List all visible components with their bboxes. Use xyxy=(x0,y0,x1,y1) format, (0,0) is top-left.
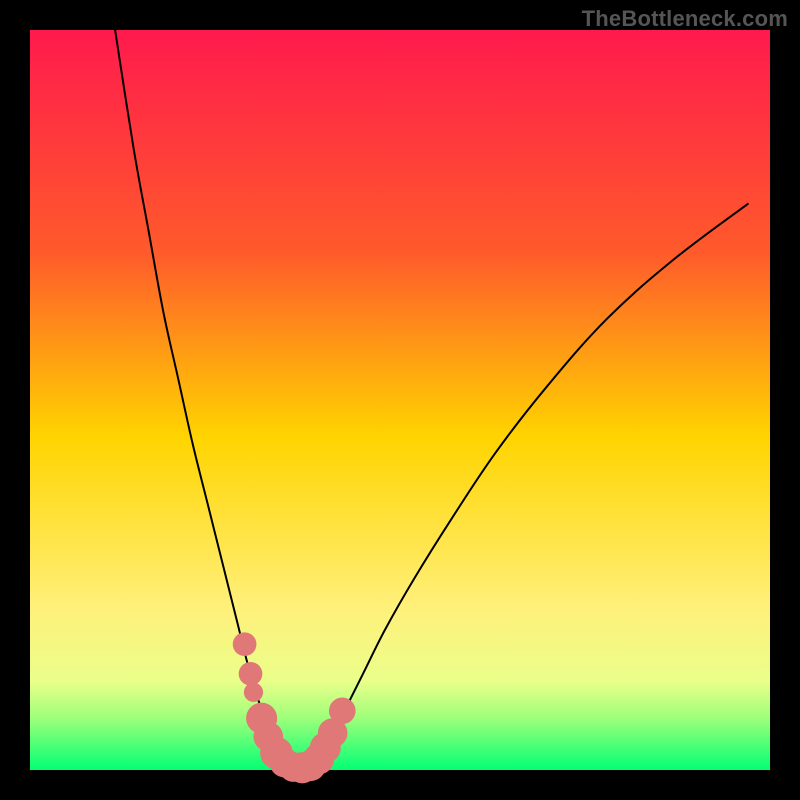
marker-dot xyxy=(244,683,263,702)
chart-frame: TheBottleneck.com xyxy=(0,0,800,800)
watermark-text: TheBottleneck.com xyxy=(582,6,788,32)
marker-dot xyxy=(233,632,257,656)
marker-dot xyxy=(329,697,356,724)
chart-svg xyxy=(0,0,800,800)
plot-background xyxy=(30,30,770,770)
marker-dot xyxy=(239,662,263,686)
